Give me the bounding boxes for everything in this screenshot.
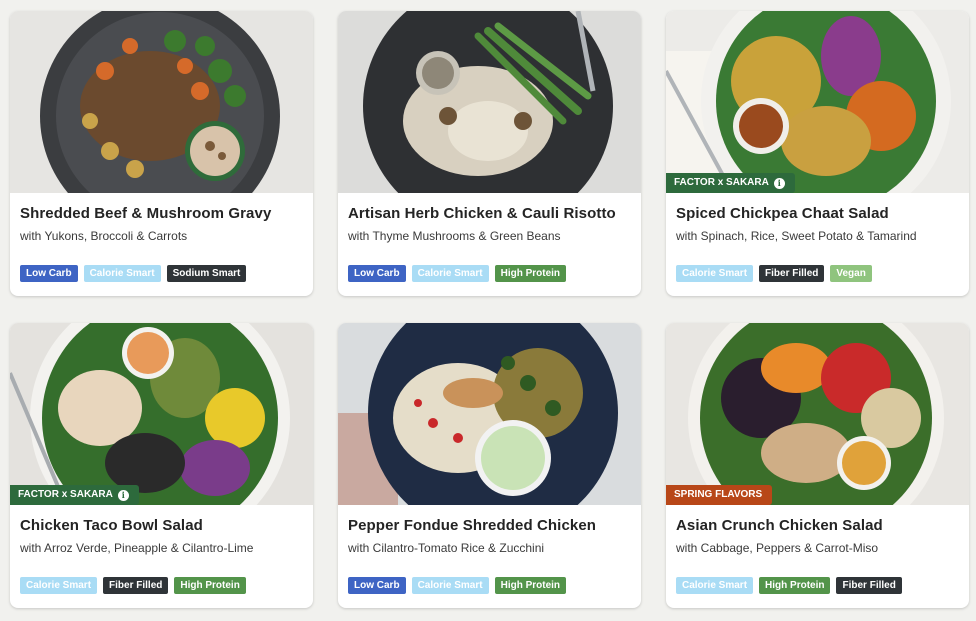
- tag-calorie-smart: Calorie Smart: [20, 577, 98, 594]
- meal-card[interactable]: Pepper Fondue Shredded Chicken with Cila…: [338, 323, 641, 608]
- meal-photo: FACTOR x SAKARA i: [10, 323, 313, 505]
- promo-ribbon: FACTOR x SAKARA i: [10, 485, 139, 505]
- tag-low-carb: Low Carb: [348, 265, 406, 282]
- tag-high-protein: High Protein: [174, 577, 246, 594]
- ribbon-label: SPRING FLAVORS: [674, 489, 763, 500]
- meal-title: Spiced Chickpea Chaat Salad: [676, 205, 889, 222]
- tag-calorie-smart: Calorie Smart: [411, 577, 489, 594]
- tag-fiber-filled: Fiber Filled: [759, 265, 825, 282]
- meal-tags: Calorie Smart Fiber Filled High Protein: [20, 577, 246, 594]
- tag-calorie-smart: Calorie Smart: [676, 265, 754, 282]
- meal-subtitle: with Arroz Verde, Pineapple & Cilantro-L…: [20, 541, 254, 555]
- meal-photo: [338, 11, 641, 193]
- meal-title: Asian Crunch Chicken Salad: [676, 517, 883, 534]
- meal-photo: FACTOR x SAKARA i: [666, 11, 969, 193]
- tag-calorie-smart: Calorie Smart: [676, 577, 754, 594]
- tag-fiber-filled: Fiber Filled: [836, 577, 902, 594]
- promo-ribbon: FACTOR x SAKARA i: [666, 173, 795, 193]
- tag-low-carb: Low Carb: [348, 577, 406, 594]
- tag-high-protein: High Protein: [759, 577, 831, 594]
- tag-fiber-filled: Fiber Filled: [103, 577, 169, 594]
- meal-photo: [10, 11, 313, 193]
- tag-low-carb: Low Carb: [20, 265, 78, 282]
- meal-title: Artisan Herb Chicken & Cauli Risotto: [348, 205, 616, 222]
- meal-subtitle: with Yukons, Broccoli & Carrots: [20, 229, 188, 243]
- meal-subtitle: with Cilantro-Tomato Rice & Zucchini: [348, 541, 545, 555]
- info-icon[interactable]: i: [773, 177, 785, 189]
- ribbon-label: FACTOR x SAKARA: [674, 177, 769, 188]
- meal-title: Chicken Taco Bowl Salad: [20, 517, 203, 534]
- promo-ribbon: SPRING FLAVORS: [666, 485, 773, 505]
- meal-card[interactable]: SPRING FLAVORS Asian Crunch Chicken Sala…: [666, 323, 969, 608]
- tag-sodium-smart: Sodium Smart: [166, 265, 247, 282]
- meal-tags: Calorie Smart Fiber Filled Vegan: [676, 265, 872, 282]
- info-icon[interactable]: i: [117, 489, 129, 501]
- ribbon-label: FACTOR x SAKARA: [18, 489, 113, 500]
- tag-calorie-smart: Calorie Smart: [83, 265, 161, 282]
- meal-tags: Calorie Smart High Protein Fiber Filled: [676, 577, 902, 594]
- meal-tags: Low Carb Calorie Smart Sodium Smart: [20, 265, 247, 282]
- tag-calorie-smart: Calorie Smart: [411, 265, 489, 282]
- meal-grid: Shredded Beef & Mushroom Gravy with Yuko…: [0, 0, 976, 621]
- tag-high-protein: High Protein: [494, 265, 567, 282]
- meal-photo: SPRING FLAVORS: [666, 323, 969, 505]
- meal-title: Pepper Fondue Shredded Chicken: [348, 517, 597, 534]
- meal-card[interactable]: FACTOR x SAKARA i Spiced Chickpea Chaat …: [666, 11, 969, 296]
- meal-title: Shredded Beef & Mushroom Gravy: [20, 205, 272, 222]
- tag-vegan: Vegan: [830, 265, 872, 282]
- meal-card[interactable]: Shredded Beef & Mushroom Gravy with Yuko…: [10, 11, 313, 296]
- meal-card[interactable]: Artisan Herb Chicken & Cauli Risotto wit…: [338, 11, 641, 296]
- meal-subtitle: with Spinach, Rice, Sweet Potato & Tamar…: [676, 229, 917, 243]
- meal-tags: Low Carb Calorie Smart High Protein: [348, 265, 567, 282]
- meal-subtitle: with Thyme Mushrooms & Green Beans: [348, 229, 561, 243]
- tag-high-protein: High Protein: [494, 577, 567, 594]
- meal-subtitle: with Cabbage, Peppers & Carrot-Miso: [676, 541, 879, 555]
- meal-card[interactable]: FACTOR x SAKARA i Chicken Taco Bowl Sala…: [10, 323, 313, 608]
- meal-tags: Low Carb Calorie Smart High Protein: [348, 577, 567, 594]
- meal-photo: [338, 323, 641, 505]
